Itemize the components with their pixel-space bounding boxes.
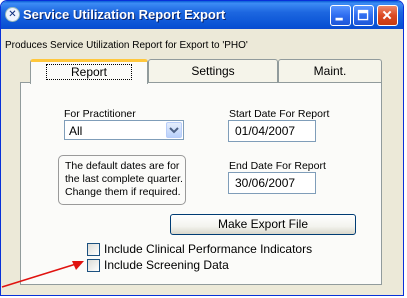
tab-settings[interactable]: Settings [148, 59, 278, 83]
practitioner-select[interactable]: All [64, 120, 184, 140]
tab-maint-label: Maint. [313, 64, 347, 78]
title-bar[interactable]: ✕ Service Utilization Report Export [1, 1, 403, 29]
window-title: Service Utilization Report Export [23, 7, 226, 22]
note-line: Change them if required. [65, 186, 181, 198]
tab-settings-label: Settings [191, 64, 235, 78]
chevron-down-icon [169, 127, 179, 134]
clinical-indicators-checkbox[interactable] [87, 243, 100, 256]
end-date-label: End Date For Report [229, 160, 326, 172]
start-date-label: Start Date For Report [229, 108, 330, 120]
end-date-field[interactable]: 30/06/2007 [228, 172, 316, 194]
maximize-icon [357, 9, 369, 21]
clinical-indicators-label: Include Clinical Performance Indicators [104, 242, 313, 256]
default-dates-note: The default dates are for the last compl… [58, 155, 186, 205]
practitioner-value: All [69, 124, 83, 138]
note-line: The default dates are for [65, 160, 180, 172]
tab-report[interactable]: Report [30, 59, 148, 84]
make-export-file-button[interactable]: Make Export File [170, 214, 356, 235]
close-icon [382, 10, 392, 20]
app-icon: ✕ [5, 7, 20, 22]
note-line: the last complete quarter. [65, 173, 183, 185]
minimize-button[interactable] [330, 5, 351, 26]
minimize-icon [335, 17, 343, 21]
screening-data-checkbox[interactable] [87, 259, 100, 272]
practitioner-label: For Practitioner [64, 108, 136, 120]
maximize-button[interactable] [353, 5, 374, 26]
screening-data-label: Include Screening Data [104, 258, 229, 272]
tab-maint[interactable]: Maint. [278, 59, 382, 83]
start-date-field[interactable]: 01/04/2007 [228, 120, 316, 142]
dropdown-button[interactable] [166, 122, 182, 138]
close-button[interactable] [377, 5, 398, 26]
window-description: Produces Service Utilization Report for … [5, 40, 248, 51]
tab-report-label: Report [45, 64, 133, 80]
